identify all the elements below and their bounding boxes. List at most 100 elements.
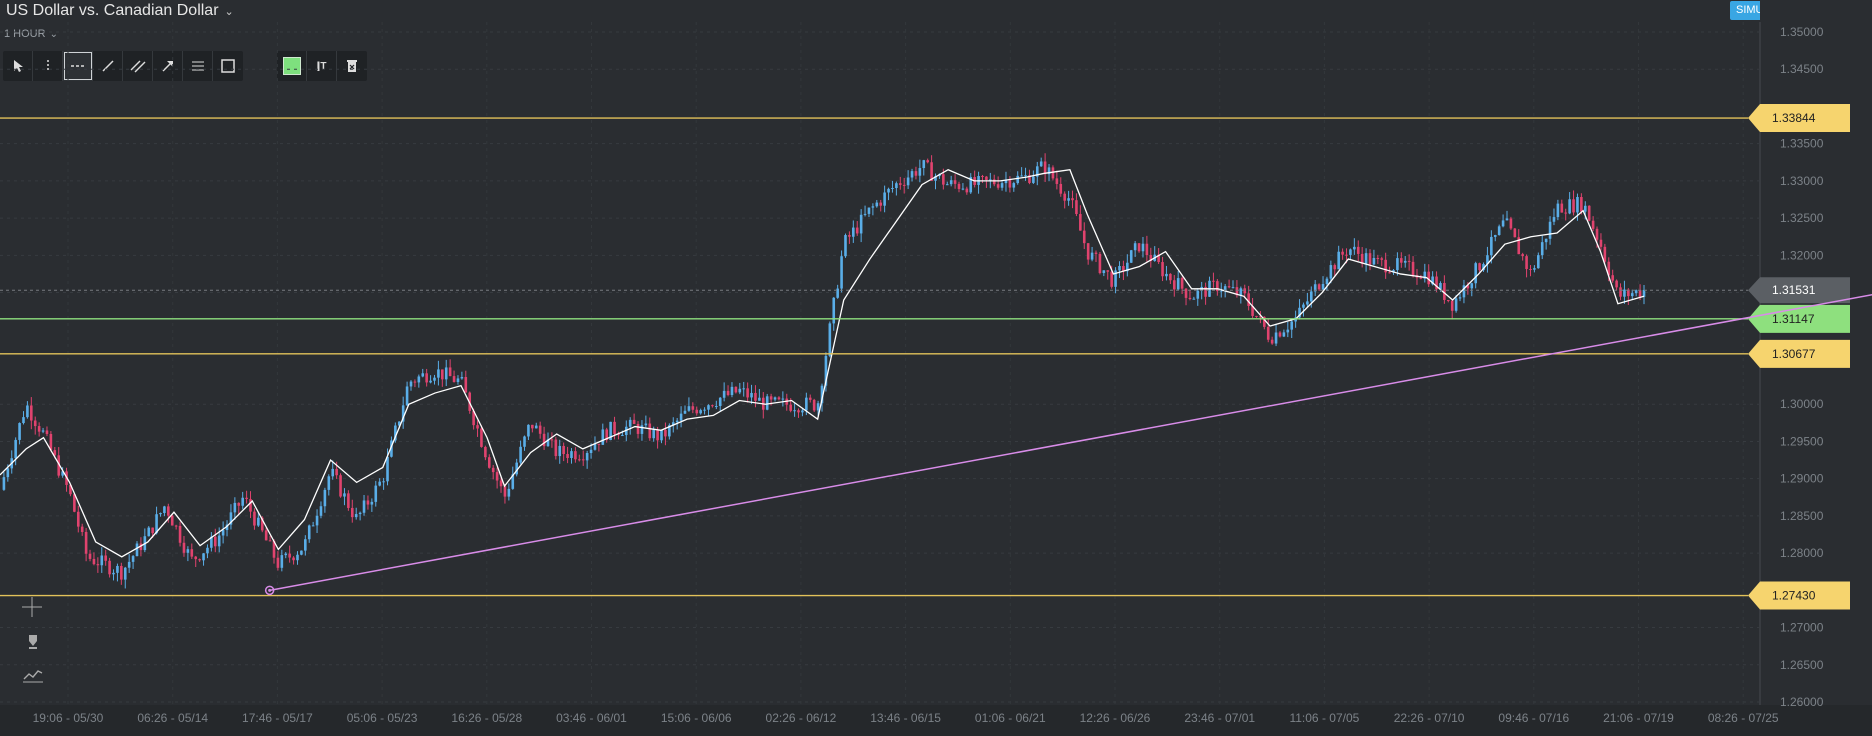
candle-body <box>335 468 338 476</box>
pen-icon[interactable] <box>27 634 39 655</box>
candle-body <box>887 188 890 193</box>
candle-body <box>350 507 354 518</box>
candle-body <box>1106 270 1110 272</box>
candle-body <box>867 207 871 214</box>
trash-icon[interactable] <box>337 51 367 81</box>
candle-body <box>699 410 702 414</box>
crosshair-icon[interactable] <box>22 597 42 622</box>
candle-body <box>1392 270 1395 273</box>
candle-body <box>174 525 178 527</box>
candle-body <box>1180 278 1184 289</box>
candle-body <box>276 557 280 568</box>
trend-line-icon[interactable] <box>93 51 123 81</box>
candle-body <box>1169 273 1172 281</box>
candle-body <box>961 188 965 190</box>
candle-body <box>1634 290 1638 294</box>
candle-body <box>245 497 248 500</box>
price-chart[interactable]: 1.35000 1.34500 1.33500 1.33000 1.32500 1.320… <box>0 0 1872 736</box>
candle-body <box>1126 262 1129 272</box>
arrow-icon[interactable] <box>153 51 183 81</box>
candle-body <box>315 515 319 526</box>
candle-body <box>1517 237 1521 255</box>
candle-body <box>1548 221 1552 239</box>
candle-body <box>33 420 37 427</box>
candle-body <box>1239 288 1243 296</box>
candle-body <box>1400 258 1403 263</box>
candle-body <box>859 214 863 234</box>
timeframe-label[interactable]: 1 HOUR <box>4 28 46 40</box>
candle-body <box>1345 254 1348 256</box>
candle-body <box>1595 228 1599 240</box>
candle-body <box>785 398 789 405</box>
candle-body <box>1603 246 1607 262</box>
candle-body <box>1364 253 1368 264</box>
indicator-icon[interactable] <box>23 667 43 688</box>
candle-body <box>1294 317 1297 322</box>
color-swatch-button[interactable] <box>277 51 307 81</box>
candle-body <box>210 536 213 548</box>
candle-body <box>585 453 589 461</box>
x-tick-label: 19:06 - 05/30 <box>33 711 104 725</box>
pointer-icon[interactable] <box>3 51 33 81</box>
candle-body <box>1094 252 1098 254</box>
timeframe-selector[interactable]: 1 HOUR ⌄ <box>4 28 58 40</box>
instrument-title[interactable]: US Dollar vs. Canadian Dollar <box>6 2 219 20</box>
candle-body <box>930 162 933 181</box>
candle-body <box>769 396 773 400</box>
candle-body <box>996 184 1000 188</box>
candle-body <box>213 536 217 547</box>
x-tick-label: 15:06 - 06/06 <box>661 711 732 725</box>
candle-body <box>472 410 475 426</box>
close-icon[interactable]: ✕ <box>1842 0 1859 23</box>
candle-body <box>707 405 710 410</box>
candle-body <box>80 526 84 532</box>
candle-body <box>1208 280 1211 297</box>
candle-body <box>1145 243 1149 256</box>
chevron-down-icon[interactable]: ⌄ <box>50 29 58 40</box>
text-icon[interactable]: IT <box>307 51 337 81</box>
parallel-channel-icon[interactable] <box>123 51 153 81</box>
candle-body <box>339 475 342 497</box>
y-tick-label: 1.32000 <box>1780 248 1824 262</box>
candle-body <box>1063 193 1066 201</box>
candle-body <box>1157 254 1160 263</box>
candle-body <box>476 425 479 429</box>
candle-body <box>1321 284 1325 290</box>
candle-body <box>875 202 879 207</box>
candle-body <box>554 439 558 457</box>
candle-body <box>1309 291 1313 302</box>
candle-body <box>816 403 820 411</box>
candle-body <box>1039 161 1043 167</box>
candle-body <box>632 419 636 424</box>
horizontal-line-icon[interactable] <box>63 51 93 81</box>
x-tick-label: 12:26 - 06/26 <box>1080 711 1151 725</box>
candle-body <box>241 497 244 506</box>
y-tick-label: 1.29000 <box>1780 472 1824 486</box>
candle-body <box>1137 243 1141 252</box>
candle-body <box>519 446 522 463</box>
candle-body <box>848 235 851 237</box>
y-tick-label: 1.31500 <box>1780 286 1824 300</box>
candle-body <box>730 386 734 395</box>
lines-icon[interactable] <box>183 51 213 81</box>
candle-body <box>515 462 518 475</box>
link-icon[interactable]: 🔗 <box>1814 0 1834 20</box>
candle-body <box>1266 326 1270 340</box>
candle-body <box>973 177 976 185</box>
candle-body <box>1341 251 1344 255</box>
candle-body <box>1118 266 1121 271</box>
candle-body <box>65 471 68 485</box>
candle-body <box>139 543 143 551</box>
chevron-down-icon[interactable]: ⌄ <box>225 5 234 18</box>
candle-body <box>127 561 131 568</box>
candle-body <box>1439 283 1442 290</box>
candle-body <box>331 468 335 477</box>
vertical-line-icon[interactable] <box>33 51 63 81</box>
candle-body <box>45 430 49 434</box>
rectangle-icon[interactable] <box>213 51 243 81</box>
current-price-label <box>1748 277 1850 304</box>
candle-body <box>409 381 413 387</box>
y-tick-label: 1.33500 <box>1780 137 1824 151</box>
candle-body <box>2 477 6 490</box>
candle-body <box>327 476 331 490</box>
